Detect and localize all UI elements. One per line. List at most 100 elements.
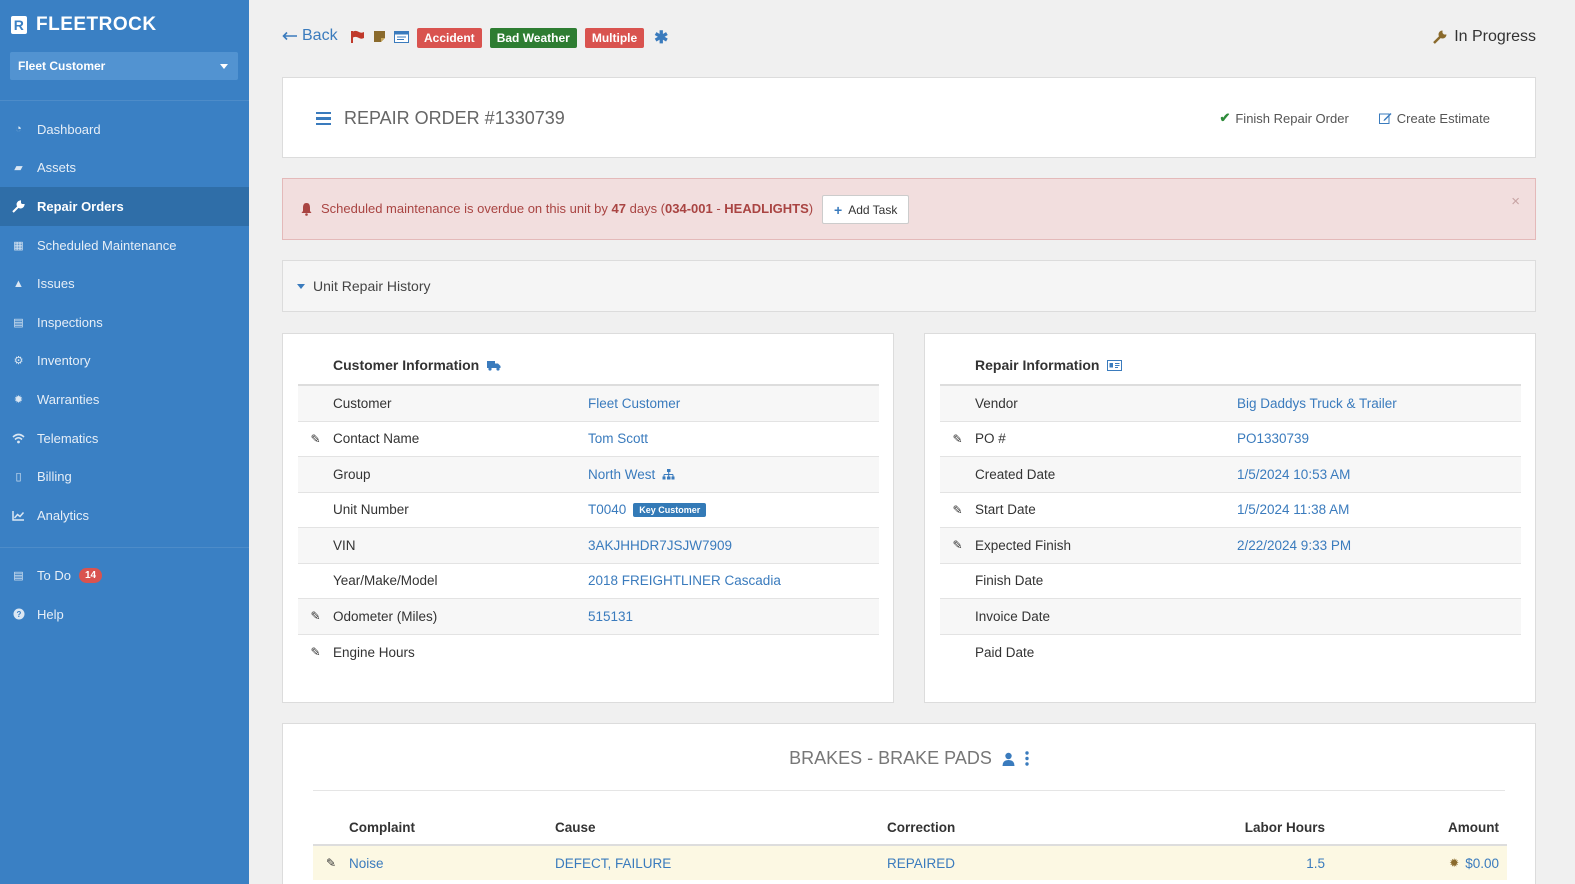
pencil-icon[interactable]: ✎: [298, 432, 333, 446]
key-customer-badge: Key Customer: [633, 502, 707, 517]
sidebar-item-repair-orders[interactable]: Repair Orders: [0, 187, 249, 226]
user-icon[interactable]: [1002, 752, 1015, 766]
unit-repair-history-toggle[interactable]: Unit Repair History: [282, 260, 1536, 312]
pencil-icon[interactable]: ✎: [940, 432, 975, 446]
table-row[interactable]: ✎ Noise DEFECT, FAILURE REPAIRED 1.5 ✹ $…: [313, 846, 1507, 880]
calendar-icon: ▦: [13, 239, 24, 252]
close-icon[interactable]: ×: [1511, 193, 1520, 210]
customer-select[interactable]: Fleet Customer: [10, 52, 238, 80]
alert-suffix: ): [808, 201, 814, 216]
status-label: In Progress: [1454, 28, 1536, 45]
sidebar-item-label: Inspections: [37, 314, 103, 330]
customer-information-label: Customer Information: [333, 357, 480, 373]
tag-bad-weather[interactable]: Bad Weather: [489, 28, 577, 48]
sidebar-item-label: Repair Orders: [37, 198, 124, 214]
sidebar-item-label: Scheduled Maintenance: [37, 237, 177, 253]
tag-multiple[interactable]: Multiple: [584, 28, 645, 48]
info-label: Customer: [333, 395, 392, 411]
customer-link[interactable]: Fleet Customer: [588, 396, 680, 411]
repair-status: In Progress: [1432, 28, 1536, 46]
finish-repair-order-label: Finish Repair Order: [1235, 110, 1349, 126]
svg-text:?: ?: [16, 610, 21, 619]
info-row-unit-number: Unit Number T0040 Key Customer: [298, 493, 879, 528]
info-row-created-date: Created Date 1/5/2024 10:53 AM: [940, 457, 1521, 493]
more-vertical-icon[interactable]: [1025, 751, 1029, 766]
sidebar-item-analytics[interactable]: Analytics: [0, 496, 249, 535]
brand-name: FLEETROCK: [36, 14, 157, 35]
truck-icon: ▰: [14, 162, 23, 175]
add-task-button[interactable]: + Add Task: [822, 195, 910, 224]
sidebar-item-telematics[interactable]: Telematics: [0, 419, 249, 458]
repair-information-table: Vendor Big Daddys Truck & Trailer ✎ PO #…: [940, 384, 1521, 670]
sidebar-item-scheduled-maintenance[interactable]: ▦ Scheduled Maintenance: [0, 226, 249, 265]
repair-order-actions: ✔ Finish Repair Order Create Estimate: [1219, 110, 1490, 126]
labor-hours-cell: 1.5: [1306, 855, 1325, 871]
sidebar-item-assets[interactable]: ▰ Assets: [0, 149, 249, 188]
sidebar-item-billing[interactable]: ▯ Billing: [0, 457, 249, 496]
alert-days: 47: [611, 201, 626, 216]
list-icon: ▤: [13, 570, 24, 583]
pencil-icon[interactable]: ✎: [313, 856, 349, 870]
finish-repair-order-button[interactable]: ✔ Finish Repair Order: [1219, 110, 1348, 126]
vin-link[interactable]: 3AKJHHDR7JSJW7909: [588, 538, 732, 553]
chart-icon: [11, 509, 26, 522]
info-row-start-date: ✎ Start Date 1/5/2024 11:38 AM: [940, 493, 1521, 528]
vendor-link[interactable]: Big Daddys Truck & Trailer: [1237, 396, 1397, 411]
info-row-group: Group North West: [298, 457, 879, 493]
year-make-model-link[interactable]: 2018 FREIGHTLINER Cascadia: [588, 573, 781, 588]
correction-cell[interactable]: REPAIRED: [887, 856, 1147, 871]
id-card-icon: [1107, 359, 1123, 371]
sidebar-item-inventory[interactable]: ⚙ Inventory: [0, 342, 249, 381]
back-link[interactable]: Back: [282, 27, 338, 45]
info-label: Paid Date: [975, 644, 1035, 660]
topbar: Back Accident Bad Weather Multiple ✱ In …: [282, 0, 1536, 76]
pencil-icon[interactable]: ✎: [298, 645, 333, 659]
alert-text: Scheduled maintenance is overdue on this…: [321, 201, 813, 216]
brand[interactable]: R FLEETROCK: [0, 0, 249, 50]
complaint-cell[interactable]: Noise: [349, 856, 555, 871]
column-labor-hours: Labor Hours: [1244, 819, 1325, 835]
po-link[interactable]: PO1330739: [1237, 431, 1309, 446]
sidebar-item-dashboard[interactable]: ◔ Dashboard: [0, 110, 249, 149]
pencil-icon[interactable]: ✎: [940, 538, 975, 552]
info-label: Finish Date: [975, 573, 1044, 589]
sidebar-item-issues[interactable]: ▲ Issues: [0, 264, 249, 303]
info-label: Start Date: [975, 502, 1036, 518]
check-icon: ✔: [1219, 110, 1231, 125]
sidebar-item-inspections[interactable]: ▤ Inspections: [0, 303, 249, 342]
sidebar-item-todo[interactable]: ▤ To Do 14: [0, 557, 249, 596]
sitemap-icon[interactable]: [662, 468, 675, 480]
sidebar-item-label: Assets: [37, 160, 77, 176]
sidebar-item-label: Analytics: [37, 507, 90, 523]
edit-icon: [1378, 113, 1392, 124]
pencil-icon[interactable]: ✎: [298, 609, 333, 623]
contact-name-link[interactable]: Tom Scott: [588, 431, 648, 446]
asterisk-icon[interactable]: ✱: [654, 28, 668, 48]
dashboard-icon: ◔: [15, 123, 22, 136]
unit-number-link[interactable]: T0040: [588, 502, 626, 517]
sidebar-item-help[interactable]: ? Help: [0, 595, 249, 634]
odometer-link[interactable]: 515131: [588, 609, 633, 624]
wifi-icon: [11, 432, 26, 445]
flag-icon[interactable]: [350, 30, 365, 47]
tag-accident[interactable]: Accident: [417, 28, 482, 48]
info-label: Created Date: [975, 466, 1056, 482]
sidebar-divider: [0, 546, 249, 548]
brand-logo-icon: R: [11, 16, 27, 34]
alert-item: HEADLIGHTS: [724, 201, 809, 216]
group-link[interactable]: North West: [588, 467, 655, 482]
amount-value[interactable]: $0.00: [1465, 856, 1499, 871]
cause-cell[interactable]: DEFECT, FAILURE: [555, 856, 887, 871]
menu-icon[interactable]: [316, 111, 331, 126]
create-estimate-button[interactable]: Create Estimate: [1378, 110, 1490, 126]
pencil-icon[interactable]: ✎: [940, 503, 975, 517]
certificate-icon: ✹: [1449, 856, 1460, 870]
unit-repair-history-label: Unit Repair History: [313, 278, 431, 294]
gears-icon: ⚙: [13, 355, 24, 368]
document-icon[interactable]: [394, 30, 409, 46]
info-row-invoice-date: Invoice Date: [940, 599, 1521, 635]
note-icon[interactable]: [373, 30, 386, 46]
info-row-year-make-model: Year/Make/Model 2018 FREIGHTLINER Cascad…: [298, 564, 879, 599]
sidebar-item-warranties[interactable]: ✹ Warranties: [0, 380, 249, 419]
column-amount: Amount: [1448, 819, 1499, 835]
